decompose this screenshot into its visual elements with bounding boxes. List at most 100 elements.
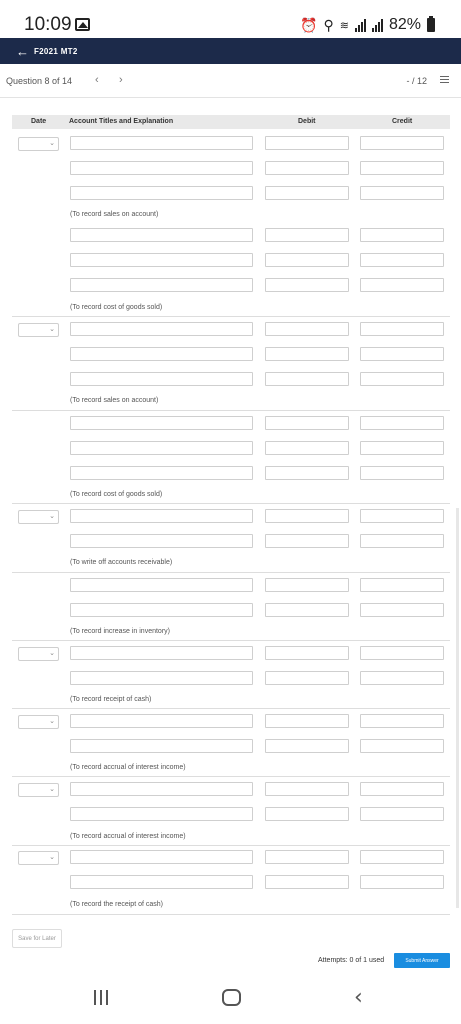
debit-input[interactable] — [265, 228, 349, 242]
save-later-button[interactable]: Save for Later — [12, 929, 62, 948]
arrow-left-icon[interactable]: ← — [16, 44, 32, 59]
account-input[interactable] — [70, 714, 253, 728]
debit-input[interactable] — [265, 441, 349, 455]
date-select[interactable]: ⌄ — [18, 137, 59, 151]
entry-note: (To record receipt of cash) — [70, 696, 152, 703]
account-input[interactable] — [70, 466, 253, 480]
debit-input[interactable] — [265, 875, 349, 889]
account-input[interactable] — [70, 322, 253, 336]
debit-input[interactable] — [265, 347, 349, 361]
account-input[interactable] — [70, 578, 253, 592]
credit-input[interactable] — [360, 646, 444, 660]
debit-input[interactable] — [265, 253, 349, 267]
credit-input[interactable] — [360, 782, 444, 796]
debit-input[interactable] — [265, 136, 349, 150]
list-icon[interactable] — [440, 76, 449, 85]
credit-input[interactable] — [360, 186, 444, 200]
account-input[interactable] — [70, 782, 253, 796]
debit-input[interactable] — [265, 671, 349, 685]
journal-entry-form: Date Account Titles and Explanation Debi… — [0, 98, 461, 968]
debit-input[interactable] — [265, 807, 349, 821]
debit-input[interactable] — [265, 534, 349, 548]
credit-input[interactable] — [360, 441, 444, 455]
account-input[interactable] — [70, 161, 253, 175]
credit-input[interactable] — [360, 161, 444, 175]
account-input[interactable] — [70, 347, 253, 361]
credit-input[interactable] — [360, 372, 444, 386]
account-input[interactable] — [70, 278, 253, 292]
debit-input[interactable] — [265, 850, 349, 864]
debit-input[interactable] — [265, 714, 349, 728]
divider — [12, 316, 450, 317]
debit-input[interactable] — [265, 466, 349, 480]
chevron-down-icon: ⌄ — [49, 326, 55, 333]
entry-note: (To record cost of goods sold) — [70, 304, 163, 311]
credit-input[interactable] — [360, 603, 444, 617]
date-select[interactable]: ⌄ — [18, 510, 59, 524]
credit-input[interactable] — [360, 714, 444, 728]
date-select[interactable]: ⌄ — [18, 715, 59, 729]
credit-input[interactable] — [360, 671, 444, 685]
chevron-down-icon: ⌄ — [49, 513, 55, 520]
credit-input[interactable] — [360, 416, 444, 430]
account-input[interactable] — [70, 416, 253, 430]
scrollbar[interactable] — [456, 508, 459, 908]
debit-input[interactable] — [265, 603, 349, 617]
date-select[interactable]: ⌄ — [18, 647, 59, 661]
account-input[interactable] — [70, 228, 253, 242]
date-select[interactable]: ⌄ — [18, 851, 59, 865]
debit-input[interactable] — [265, 161, 349, 175]
account-input[interactable] — [70, 372, 253, 386]
account-input[interactable] — [70, 875, 253, 889]
submit-answer-button[interactable]: Submit Answer — [394, 953, 450, 968]
account-input[interactable] — [70, 186, 253, 200]
prev-question-button[interactable]: ‹ — [95, 74, 99, 86]
date-select[interactable]: ⌄ — [18, 323, 59, 337]
credit-input[interactable] — [360, 534, 444, 548]
account-input[interactable] — [70, 534, 253, 548]
debit-input[interactable] — [265, 416, 349, 430]
credit-input[interactable] — [360, 322, 444, 336]
account-input[interactable] — [70, 253, 253, 267]
header-date: Date — [31, 118, 47, 125]
credit-input[interactable] — [360, 136, 444, 150]
account-input[interactable] — [70, 603, 253, 617]
back-icon[interactable]: ‹ — [354, 985, 363, 1010]
debit-input[interactable] — [265, 509, 349, 523]
account-input[interactable] — [70, 850, 253, 864]
account-input[interactable] — [70, 807, 253, 821]
debit-input[interactable] — [265, 646, 349, 660]
account-input[interactable] — [70, 441, 253, 455]
recent-apps-icon[interactable] — [94, 990, 110, 1005]
credit-input[interactable] — [360, 466, 444, 480]
credit-input[interactable] — [360, 228, 444, 242]
debit-input[interactable] — [265, 186, 349, 200]
date-select[interactable]: ⌄ — [18, 783, 59, 797]
entry-note: (To record the receipt of cash) — [70, 901, 163, 908]
credit-input[interactable] — [360, 807, 444, 821]
home-icon[interactable] — [222, 989, 241, 1006]
credit-input[interactable] — [360, 509, 444, 523]
credit-input[interactable] — [360, 850, 444, 864]
score: - / 12 — [406, 76, 427, 86]
divider — [12, 914, 450, 915]
debit-input[interactable] — [265, 578, 349, 592]
entry-note: (To record sales on account) — [70, 397, 159, 404]
credit-input[interactable] — [360, 278, 444, 292]
account-input[interactable] — [70, 739, 253, 753]
debit-input[interactable] — [265, 372, 349, 386]
debit-input[interactable] — [265, 322, 349, 336]
credit-input[interactable] — [360, 739, 444, 753]
credit-input[interactable] — [360, 578, 444, 592]
account-input[interactable] — [70, 671, 253, 685]
credit-input[interactable] — [360, 253, 444, 267]
debit-input[interactable] — [265, 782, 349, 796]
account-input[interactable] — [70, 136, 253, 150]
account-input[interactable] — [70, 509, 253, 523]
next-question-button[interactable]: › — [119, 74, 123, 86]
account-input[interactable] — [70, 646, 253, 660]
credit-input[interactable] — [360, 347, 444, 361]
debit-input[interactable] — [265, 739, 349, 753]
credit-input[interactable] — [360, 875, 444, 889]
debit-input[interactable] — [265, 278, 349, 292]
